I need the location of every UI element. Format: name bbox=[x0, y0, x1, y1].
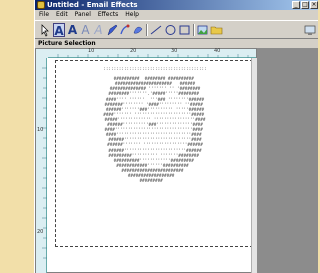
minimize-button[interactable]: _ bbox=[292, 1, 300, 9]
brush-icon[interactable] bbox=[119, 23, 131, 37]
toolbar-separator bbox=[193, 24, 195, 36]
menu-bar: File Edit Panel Effects Help bbox=[35, 10, 318, 19]
text-bold-a-button[interactable]: A bbox=[67, 23, 78, 37]
line-tool-icon[interactable] bbox=[149, 23, 163, 37]
vertical-scrollbar[interactable] bbox=[251, 58, 257, 273]
text-art-image: ::::::::::::::::::::::::::::::::::::::::… bbox=[56, 67, 254, 184]
toolbar: A A A A bbox=[35, 20, 318, 39]
ruler-label: 30 bbox=[171, 48, 178, 54]
text-tool-a-button[interactable]: A bbox=[53, 23, 65, 38]
ruler-label: 10 bbox=[88, 48, 95, 54]
rectangle-tool-icon[interactable] bbox=[178, 23, 191, 37]
folder-icon[interactable] bbox=[210, 23, 223, 37]
app-window: Untitled - Email Effects _ □ × File Edit… bbox=[34, 0, 318, 273]
window-controls: _ □ × bbox=[292, 1, 318, 9]
text-italic-a-button[interactable]: A bbox=[93, 23, 104, 37]
ruler-corner bbox=[36, 49, 48, 58]
menu-edit[interactable]: Edit bbox=[56, 10, 68, 19]
paint-icon[interactable] bbox=[132, 23, 144, 37]
maximize-button[interactable]: □ bbox=[301, 1, 309, 9]
image-tool-icon[interactable] bbox=[196, 23, 209, 37]
window-title: Untitled - Email Effects bbox=[47, 1, 138, 9]
pen-icon[interactable] bbox=[106, 23, 118, 37]
art-line: ######### bbox=[105, 179, 205, 185]
ellipse-tool-icon[interactable] bbox=[164, 23, 177, 37]
picture-selection-label: Picture Selection bbox=[38, 40, 96, 47]
ruler-label: 10 bbox=[37, 127, 44, 133]
empty-workspace bbox=[257, 48, 318, 273]
title-bar[interactable]: Untitled - Email Effects _ □ × bbox=[35, 0, 318, 10]
menu-panel[interactable]: Panel bbox=[75, 10, 91, 19]
toolbar-separator bbox=[146, 24, 148, 36]
menu-file[interactable]: File bbox=[39, 10, 49, 19]
ruler-label: 20 bbox=[130, 48, 137, 54]
vertical-ruler: 10 20 bbox=[36, 58, 47, 273]
display-icon[interactable] bbox=[303, 23, 317, 37]
menu-effects[interactable]: Effects bbox=[98, 10, 118, 19]
ruler-label: 40 bbox=[214, 48, 221, 54]
app-icon bbox=[37, 1, 45, 9]
menu-help[interactable]: Help bbox=[125, 10, 139, 19]
page-boundary: ::::::::::::::::::::::::::::::::::::::::… bbox=[55, 60, 253, 247]
close-button[interactable]: × bbox=[310, 1, 318, 9]
horizontal-ruler: 10 20 30 40 bbox=[48, 49, 256, 58]
pointer-tool-icon[interactable] bbox=[39, 23, 51, 37]
ruler-label: 20 bbox=[37, 229, 44, 235]
text-outline-a-button[interactable]: A bbox=[80, 23, 91, 37]
